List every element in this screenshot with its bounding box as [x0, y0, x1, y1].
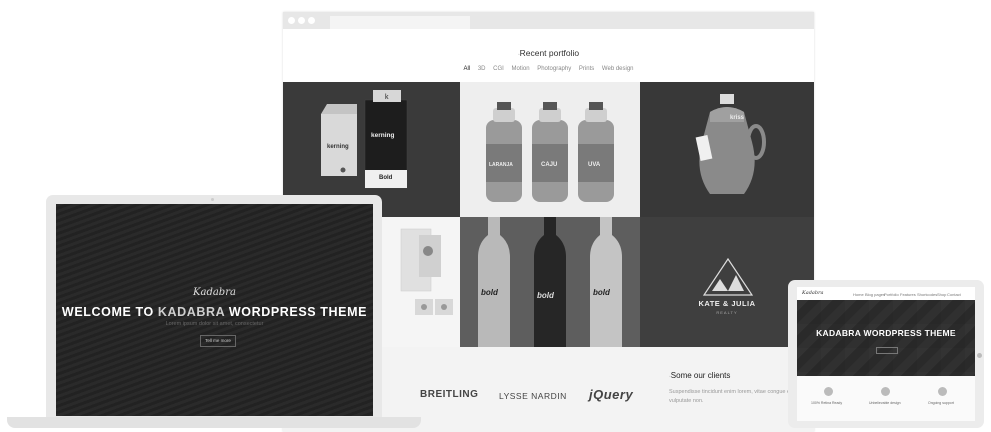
client-logo-jquery[interactable]: jQuery	[589, 387, 633, 402]
svg-text:k: k	[385, 94, 389, 101]
browser-tab[interactable]	[330, 16, 470, 29]
client-logo-breitling[interactable]: BREITLING	[420, 389, 478, 400]
tablet-nav-item[interactable]: Blog pages	[865, 292, 885, 297]
bold-bottle-label: bold	[537, 291, 554, 300]
tablet-nav-item[interactable]: Shop	[937, 292, 946, 297]
laptop-screen: Kadabra WELCOME TO KADABRA WORDPRESS THE…	[56, 204, 373, 416]
tablet-nav-item[interactable]: Features	[900, 292, 916, 297]
juice-bottles-image	[486, 102, 614, 202]
juice-label-laranja: LARANJA	[489, 162, 513, 168]
bold-bottle-label: bold	[593, 288, 610, 297]
portfolio-filters: All 3D CGI Motion Photography Prints Web…	[283, 66, 814, 72]
laptop-hero-subtitle: Lorem ipsum dolor sit amet, consectetur	[165, 321, 264, 327]
tablet-screen: Kadabra Home Blog pages Portfolio Featur…	[797, 287, 975, 421]
camera-icon	[211, 198, 214, 201]
browser-titlebar	[283, 12, 814, 29]
laptop-script-logo: Kadabra	[193, 287, 236, 298]
tablet-nav-item[interactable]: Shortcodes	[917, 292, 937, 297]
feature-icon	[824, 387, 833, 396]
oil-label: kriss	[730, 115, 745, 121]
filter-photography[interactable]: Photography	[537, 66, 571, 72]
tablet-hero: KADABRA WORDPRESS THEME	[797, 300, 975, 376]
kerning-box-label: kerning	[371, 132, 395, 139]
juice-label-caju: CAJU	[541, 162, 558, 168]
portfolio-tile-bold[interactable]: bold bold bold	[460, 217, 640, 347]
bold-box-label: Bold	[379, 175, 393, 181]
tablet-nav-item[interactable]: Home	[853, 292, 864, 297]
tablet-nav-item[interactable]: Portfolio	[884, 292, 899, 297]
filter-cgi[interactable]: CGI	[493, 66, 504, 72]
feature-label: Unbelievable design	[869, 401, 901, 405]
feature-label: 100% Retina Ready	[811, 401, 843, 405]
tablet-nav-item[interactable]: Contact	[947, 292, 961, 297]
juice-label-uva: UVA	[588, 162, 601, 168]
portfolio-tile-juice[interactable]: LARANJA CAJU UVA	[460, 82, 640, 217]
portfolio-title: ◦Recent portfolio	[517, 48, 580, 58]
filter-motion[interactable]: Motion	[512, 66, 530, 72]
tablet-features: 100% Retina Ready Unbelievable design On…	[797, 376, 975, 421]
tell-me-more-button[interactable]: Tell me more	[200, 335, 236, 347]
oil-jug-image	[695, 94, 766, 194]
window-dot-icon[interactable]	[298, 17, 305, 24]
tablet-logo[interactable]: Kadabra	[802, 290, 823, 296]
window-dot-icon[interactable]	[308, 17, 315, 24]
clients-title: ◦Some our clients	[669, 371, 731, 380]
client-logo-ulysse-nardin[interactable]: LYSSE NARDIN	[499, 391, 567, 401]
filter-web-design[interactable]: Web design	[602, 66, 634, 72]
laptop-base	[7, 417, 421, 428]
tablet-navbar: Kadabra Home Blog pages Portfolio Featur…	[797, 287, 975, 300]
portfolio-tile-oil[interactable]: kriss	[640, 82, 814, 217]
feature-label: Ongoing support	[928, 401, 954, 405]
bold-bottle-label: bold	[481, 288, 498, 297]
filter-3d[interactable]: 3D	[478, 66, 486, 72]
tablet-hero-button[interactable]	[876, 347, 898, 354]
feature-icon	[881, 387, 890, 396]
tablet-hero-heading: KADABRA WORDPRESS THEME	[816, 328, 956, 338]
window-dot-icon[interactable]	[288, 17, 295, 24]
filter-all[interactable]: All	[463, 66, 470, 72]
filter-prints[interactable]: Prints	[579, 66, 594, 72]
kerning-bag-label: kerning	[327, 144, 349, 150]
feature-icon	[938, 387, 947, 396]
laptop-hero-heading: WELCOME TO KADABRA WORDPRESS THEME	[61, 305, 368, 319]
home-button-icon[interactable]	[977, 353, 982, 358]
bold-bottles-image	[478, 217, 622, 347]
